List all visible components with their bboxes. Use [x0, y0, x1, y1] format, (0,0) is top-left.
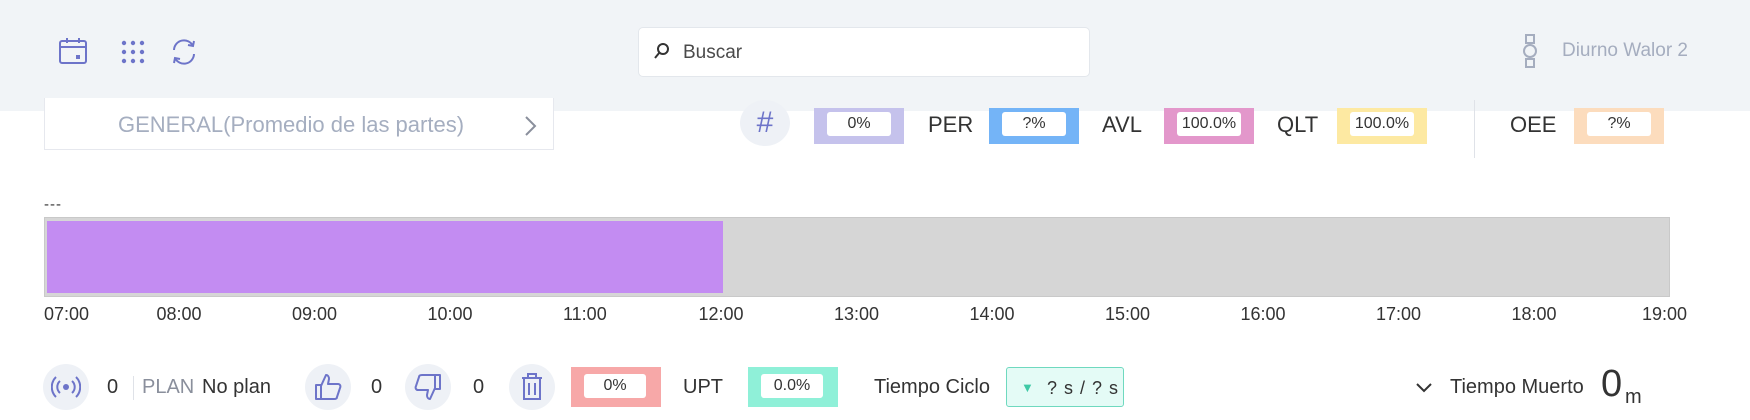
chevron-right-icon — [525, 116, 537, 136]
signal-count: 0 — [107, 376, 119, 398]
plan-label: PLAN — [142, 376, 195, 398]
timeline-tick-label: 13:00 — [834, 304, 880, 324]
avl-metric-box: 100.0% — [1164, 108, 1254, 144]
bad-parts-button[interactable] — [405, 364, 451, 410]
watch-icon — [1523, 34, 1537, 68]
qlt-label: QLT — [1277, 112, 1319, 137]
scrap-metric-value: 0% — [584, 374, 646, 398]
grid-icon[interactable] — [121, 40, 145, 64]
scrap-metric-box: 0% — [571, 367, 661, 407]
upt-label: UPT — [683, 376, 723, 398]
cycle-time-value: ? s / ? s — [1047, 378, 1120, 398]
timeline-tick-label: 08:00 — [156, 304, 202, 324]
dead-time-unit: m — [1625, 386, 1642, 408]
timeline-tick-label: 07:00 — [44, 304, 90, 324]
count-metric-value: 0% — [827, 112, 891, 136]
divider — [1474, 100, 1475, 158]
oee-label: OEE — [1510, 112, 1557, 137]
part-selector-label: GENERAL(Promedio de las partes) — [118, 112, 465, 137]
signal-icon — [51, 376, 81, 398]
bad-parts-count: 0 — [473, 376, 485, 398]
good-parts-count: 0 — [371, 376, 383, 398]
plan-divider — [133, 376, 134, 400]
calendar-icon[interactable] — [58, 36, 88, 66]
cycle-time-box[interactable]: ▼ ? s / ? s — [1006, 367, 1124, 407]
timeline-label: --- — [44, 196, 62, 213]
upt-metric-box: 0.0% — [748, 367, 838, 407]
user-label[interactable]: Diurno Walor 2 — [1562, 40, 1688, 62]
chevron-down-icon[interactable] — [1415, 381, 1433, 395]
thumbs-up-icon — [315, 374, 342, 400]
search-box[interactable] — [638, 27, 1090, 77]
signal-button[interactable] — [43, 364, 89, 410]
count-button[interactable]: # — [740, 100, 790, 146]
oee-metric-box: ?% — [1574, 108, 1664, 144]
per-label: PER — [928, 112, 974, 137]
search-icon — [654, 43, 669, 59]
cycle-time-label: Tiempo Ciclo — [874, 376, 990, 398]
timeline-tick-label: 19:00 — [1642, 304, 1688, 324]
timeline-track[interactable] — [44, 217, 1670, 297]
timeline-tick-label: 15:00 — [1105, 304, 1151, 324]
count-metric-box: 0% — [814, 108, 904, 144]
per-metric-value: ?% — [1002, 112, 1066, 136]
timeline-tick-label: 09:00 — [292, 304, 338, 324]
avl-metric-value: 100.0% — [1177, 112, 1241, 136]
avl-label: AVL — [1102, 112, 1142, 137]
good-parts-button[interactable] — [305, 364, 351, 410]
oee-metric-value: ?% — [1587, 112, 1651, 136]
timeline-tick-label: 10:00 — [427, 304, 473, 324]
plan-value: No plan — [202, 376, 271, 398]
caret-down-icon: ▼ — [1021, 380, 1034, 395]
dead-time-value: 0 — [1601, 363, 1623, 405]
upt-metric-value: 0.0% — [761, 374, 823, 398]
dead-time-label: Tiempo Muerto — [1450, 376, 1584, 398]
refresh-icon[interactable] — [168, 36, 200, 68]
timeline-progress-bar[interactable] — [47, 221, 723, 293]
scrap-button[interactable] — [509, 364, 555, 410]
per-metric-box: ?% — [989, 108, 1079, 144]
timeline-tick-label: 12:00 — [698, 304, 744, 324]
thumbs-down-icon — [414, 374, 441, 400]
search-input[interactable] — [681, 37, 1065, 69]
trash-icon — [522, 373, 542, 400]
timeline-tick-label: 11:00 — [563, 304, 607, 324]
qlt-metric-box: 100.0% — [1337, 108, 1427, 144]
timeline-tick-label: 18:00 — [1511, 304, 1557, 324]
timeline-tick-label: 14:00 — [969, 304, 1015, 324]
timeline-tick-label: 16:00 — [1240, 304, 1286, 324]
top-bar: Diurno Walor 2 — [0, 0, 1750, 111]
timeline-tick-label: 17:00 — [1376, 304, 1422, 324]
part-selector[interactable]: GENERAL(Promedio de las partes) — [44, 98, 554, 150]
qlt-metric-value: 100.0% — [1350, 112, 1414, 136]
